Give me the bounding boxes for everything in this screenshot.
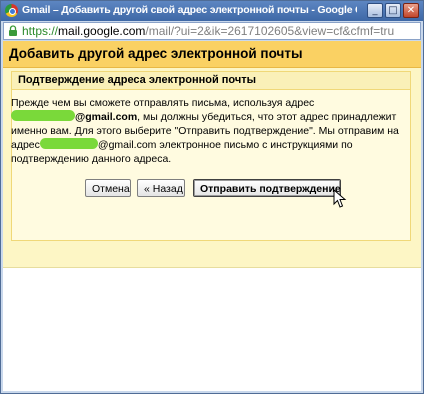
instruction-line3-start: адрес [11, 139, 40, 152]
instruction-text: Прежде чем вы сможете отправлять письма,… [11, 97, 411, 166]
close-button[interactable]: ✕ [403, 3, 419, 18]
title-bar[interactable]: Gmail – Добавить другой свой адрес элект… [1, 1, 423, 21]
url-text[interactable]: https://mail.google.com/mail/?ui=2&ik=26… [22, 24, 394, 38]
section-header: Подтверждение адреса электронной почты [12, 72, 410, 90]
cancel-button[interactable]: Отмена [85, 179, 131, 197]
url-path: /mail/?ui=2&ik=2617102605&view=cf&cfmf=t… [145, 24, 395, 38]
redacted-email-1 [11, 110, 75, 122]
url-host: mail.google.com [58, 24, 146, 38]
email-domain-plain: @gmail.com [97, 139, 157, 152]
redacted-email-2 [39, 138, 98, 150]
lock-icon [9, 25, 17, 36]
email-domain-bold: @gmail.com [75, 111, 138, 124]
url-protocol: https:// [22, 24, 59, 38]
dialog-header: Добавить другой адрес электронной почты [3, 41, 421, 68]
window-title: Gmail – Добавить другой свой адрес элект… [22, 4, 357, 16]
add-address-dialog: Добавить другой адрес электронной почты … [3, 41, 421, 268]
dialog-title: Добавить другой адрес электронной почты [9, 46, 303, 61]
minimize-button[interactable]: _ [367, 3, 383, 18]
mouse-cursor-icon [333, 189, 347, 208]
instruction-line1: Прежде чем вы сможете отправлять письма,… [11, 97, 315, 109]
send-confirmation-button[interactable]: Отправить подтверждение [193, 179, 341, 197]
browser-window: Gmail – Добавить другой свой адрес элект… [0, 0, 424, 394]
address-bar[interactable]: https://mail.google.com/mail/?ui=2&ik=26… [3, 22, 421, 40]
chrome-icon [5, 4, 18, 17]
page-content: Добавить другой адрес электронной почты … [3, 41, 421, 391]
back-button[interactable]: « Назад [137, 179, 185, 197]
section-title: Подтверждение адреса электронной почты [18, 74, 257, 86]
maximize-button[interactable]: □ [385, 3, 401, 18]
